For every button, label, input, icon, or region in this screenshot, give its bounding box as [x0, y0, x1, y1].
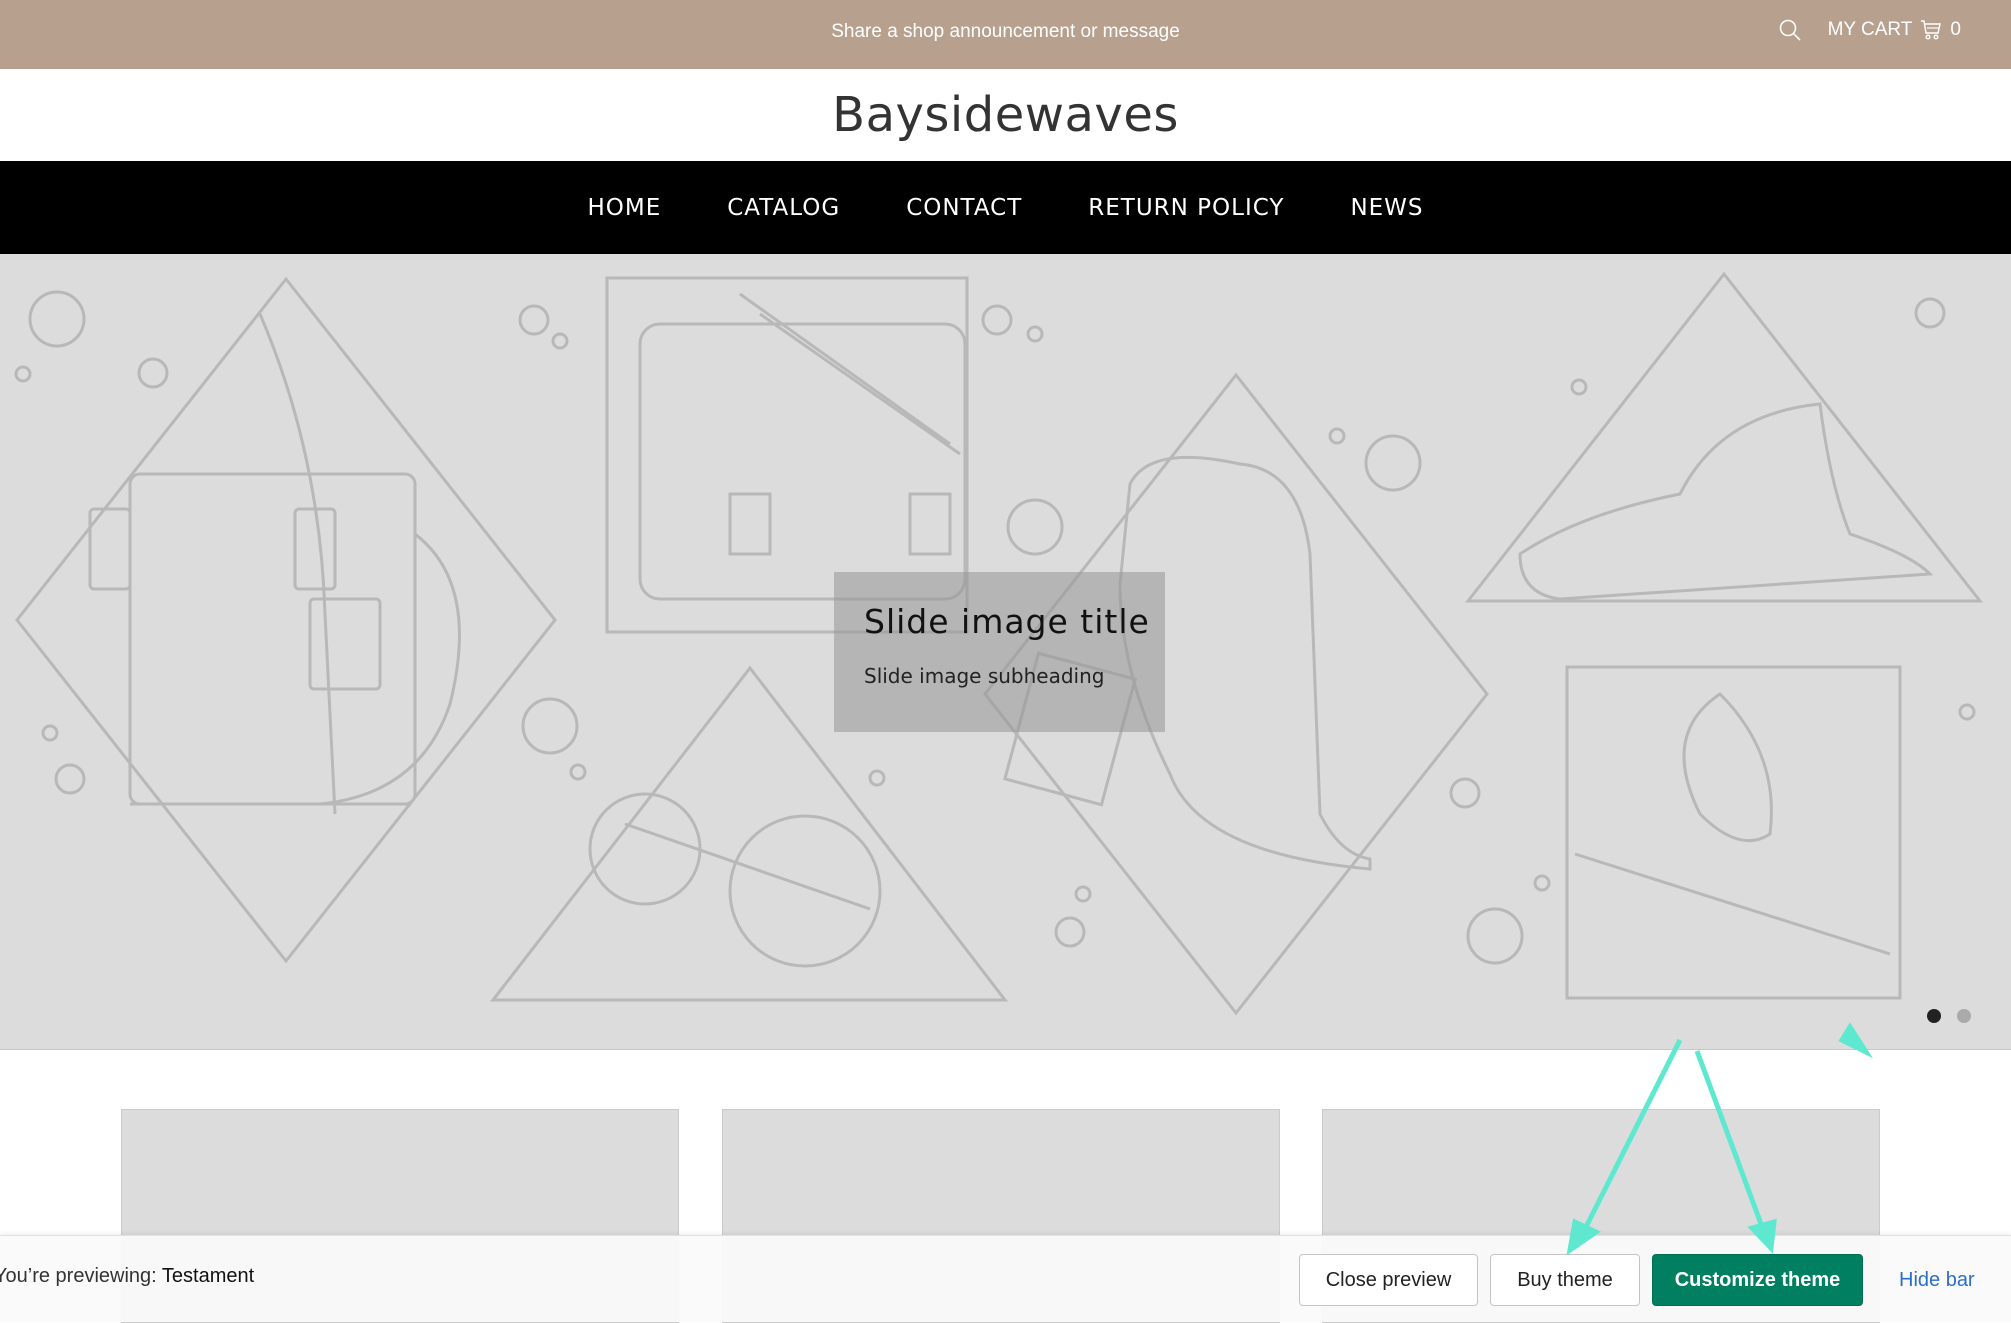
hide-bar-link[interactable]: Hide bar [1899, 1269, 1975, 1292]
announcement-bar: Share a shop announcement or message MY … [0, 0, 2011, 69]
cart-link[interactable]: MY CART 0 [1828, 19, 1961, 41]
theme-preview-bar: You’re previewing: Testament Close previ… [0, 1235, 2011, 1322]
nav-item-contact[interactable]: CONTACT [873, 195, 1055, 221]
nav-item-catalog[interactable]: CATALOG [694, 195, 873, 221]
nav-item-return-policy[interactable]: RETURN POLICY [1055, 195, 1317, 221]
customize-theme-button[interactable]: Customize theme [1652, 1254, 1863, 1306]
close-preview-button[interactable]: Close preview [1299, 1254, 1478, 1306]
slide-subheading: Slide image subheading [864, 664, 1105, 688]
previewing-label: You’re previewing: [0, 1265, 157, 1287]
preview-info: You’re previewing: Testament [0, 1265, 254, 1288]
header-utilities: MY CART 0 [1778, 18, 1961, 42]
theme-name: Testament [161, 1265, 255, 1287]
nav-item-home[interactable]: HOME [554, 195, 694, 221]
slide-title: Slide image title [864, 602, 1150, 641]
nav-item-news[interactable]: NEWS [1317, 195, 1456, 221]
slideshow: Slide image title Slide image subheading [0, 254, 2011, 1050]
cart-count: 0 [1950, 19, 1961, 40]
buy-theme-button[interactable]: Buy theme [1490, 1254, 1640, 1306]
cart-icon [1920, 19, 1942, 41]
main-navigation: HOME CATALOG CONTACT RETURN POLICY NEWS [0, 161, 2011, 254]
announcement-message: Share a shop announcement or message [831, 21, 1180, 42]
slide-dot-1[interactable] [1927, 1009, 1941, 1023]
slide-caption: Slide image title Slide image subheading [834, 572, 1165, 732]
slide-pagination [1927, 1009, 1971, 1023]
site-header: Baysidewaves [0, 69, 2011, 161]
slide-dot-2[interactable] [1957, 1009, 1971, 1023]
search-icon[interactable] [1778, 18, 1802, 42]
cart-label: MY CART [1827, 19, 1913, 40]
shop-logo[interactable]: Baysidewaves [0, 87, 2011, 143]
